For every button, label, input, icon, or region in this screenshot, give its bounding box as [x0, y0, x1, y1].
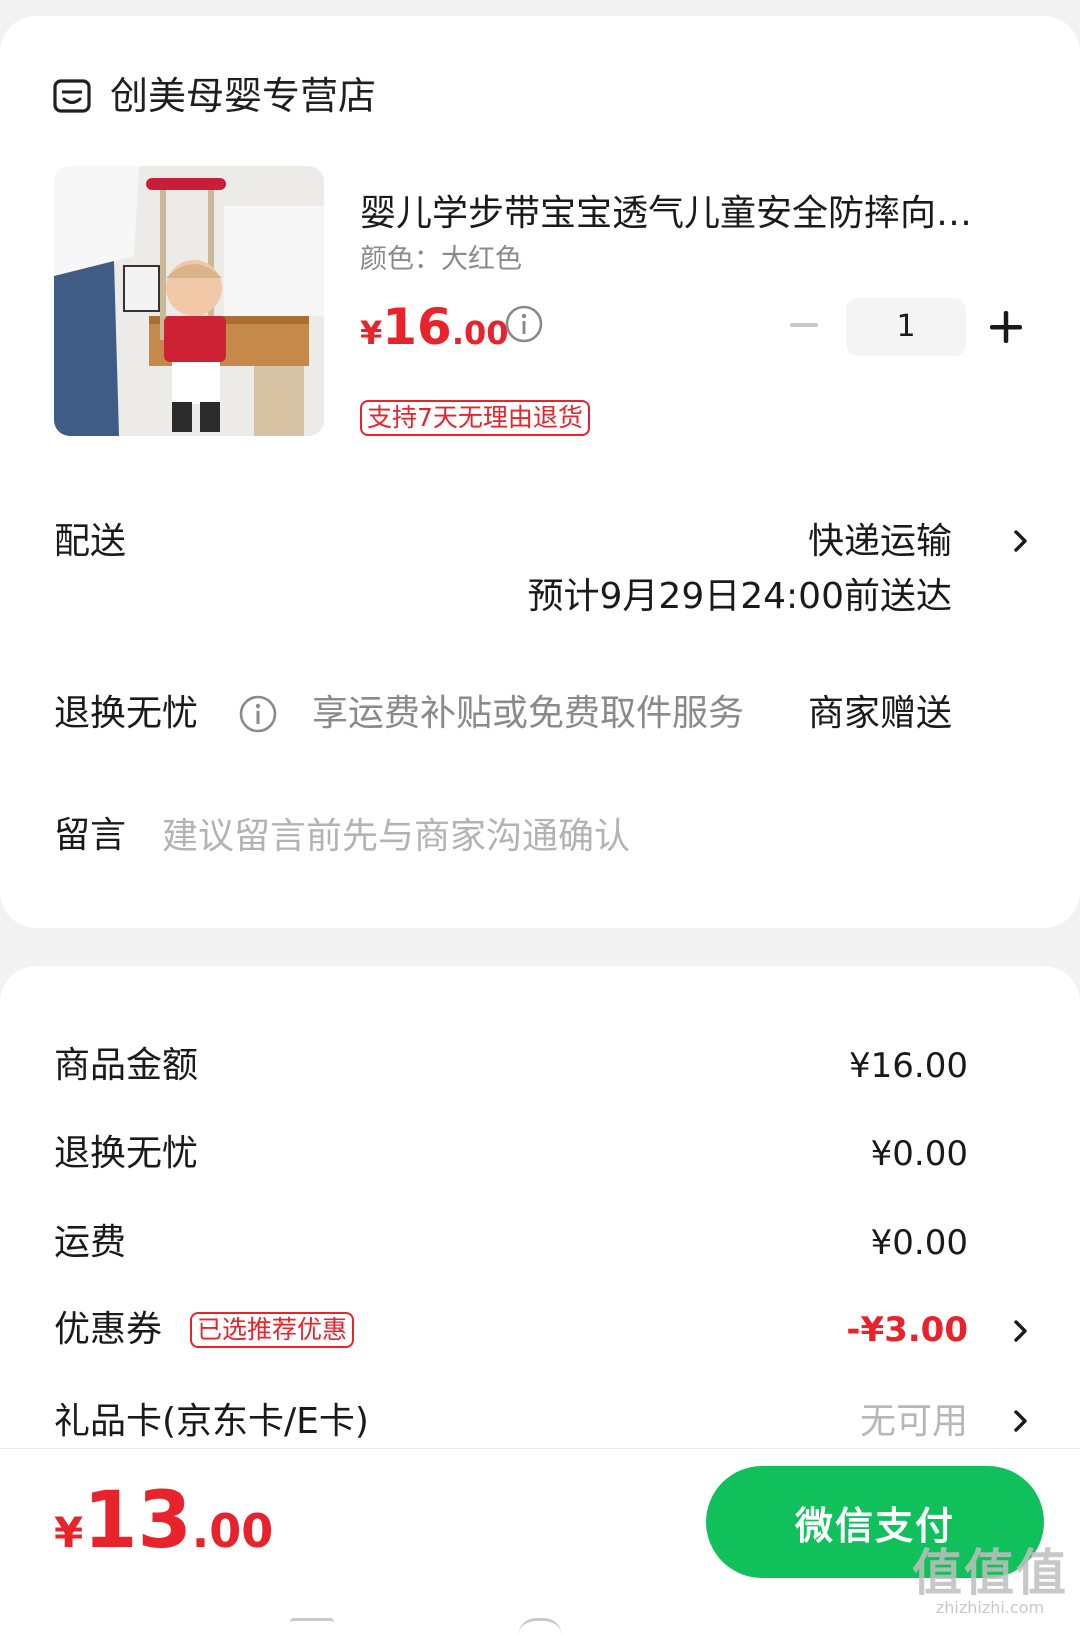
delivery-label: 配送 — [54, 521, 127, 562]
info-icon[interactable] — [504, 304, 544, 344]
chevron-right-icon[interactable] — [1010, 1406, 1032, 1436]
price-decimal: .00 — [451, 314, 509, 352]
watermark-url: zhizhizhi.com — [935, 1598, 1045, 1617]
store-icon — [53, 79, 91, 113]
goods-amount-value: ¥16.00 — [849, 1046, 968, 1086]
order-item-card — [0, 16, 1080, 928]
note-input[interactable] — [162, 806, 1012, 866]
note-label: 留言 — [54, 815, 127, 856]
coupon-label[interactable]: 优惠券 — [54, 1306, 162, 1354]
coupon-badge[interactable]: 已选推荐优惠 — [190, 1312, 355, 1348]
spec-label: 颜色 — [360, 244, 414, 275]
gift-card-label[interactable]: 礼品卡(京东卡/E卡) — [54, 1398, 369, 1446]
quantity-increase-button[interactable] — [988, 309, 1024, 345]
product-spec[interactable]: 颜色：大红色 — [360, 242, 522, 278]
total-integer: 13 — [83, 1476, 192, 1566]
shipping-fee-label: 运费 — [54, 1222, 127, 1263]
product-title[interactable]: 婴儿学步带宝宝透气儿童安全防摔向… — [360, 190, 1030, 238]
delivery-eta: 预计9月29日24:00前送达 — [527, 576, 952, 617]
product-price: ¥16.00 — [360, 298, 509, 356]
store-name[interactable]: 创美母婴专营店 — [110, 70, 376, 122]
price-integer: 16 — [382, 298, 452, 356]
return-fee-value: ¥0.00 — [870, 1134, 968, 1174]
quantity-decrease-button[interactable] — [788, 309, 820, 341]
spec-value: 大红色 — [441, 244, 522, 275]
goods-amount-label: 商品金额 — [54, 1045, 199, 1086]
shipping-fee-value: ¥0.00 — [870, 1223, 968, 1263]
quantity-input[interactable] — [846, 298, 966, 356]
return-policy-badge: 支持7天无理由退货 — [360, 400, 590, 436]
return-service-description: 享运费补贴或免费取件服务 — [312, 693, 745, 734]
price-currency: ¥ — [360, 314, 383, 352]
total-decimal: .00 — [191, 1504, 274, 1558]
watermark-text: 值值值 — [912, 1544, 1068, 1602]
coupon-value[interactable]: -¥3.00 — [846, 1306, 968, 1354]
return-service-value: 商家赠送 — [807, 693, 952, 734]
total-price: ¥13.00 — [54, 1476, 273, 1566]
chevron-right-icon[interactable] — [1010, 1316, 1032, 1346]
chevron-right-icon[interactable] — [1010, 526, 1032, 556]
total-currency: ¥ — [54, 1508, 84, 1557]
gift-card-value[interactable]: 无可用 — [860, 1398, 968, 1446]
return-fee-label: 退换无忧 — [54, 1133, 199, 1174]
watermark: 值值值 zhizhizhi.com — [912, 1548, 1068, 1616]
spec-separator: ： — [414, 244, 441, 275]
info-icon[interactable] — [238, 694, 278, 734]
return-service-label: 退换无忧 — [54, 693, 199, 734]
delivery-method[interactable]: 快递运输 — [808, 518, 952, 566]
nav-bar-hint — [290, 1618, 334, 1636]
product-image[interactable] — [54, 166, 324, 436]
